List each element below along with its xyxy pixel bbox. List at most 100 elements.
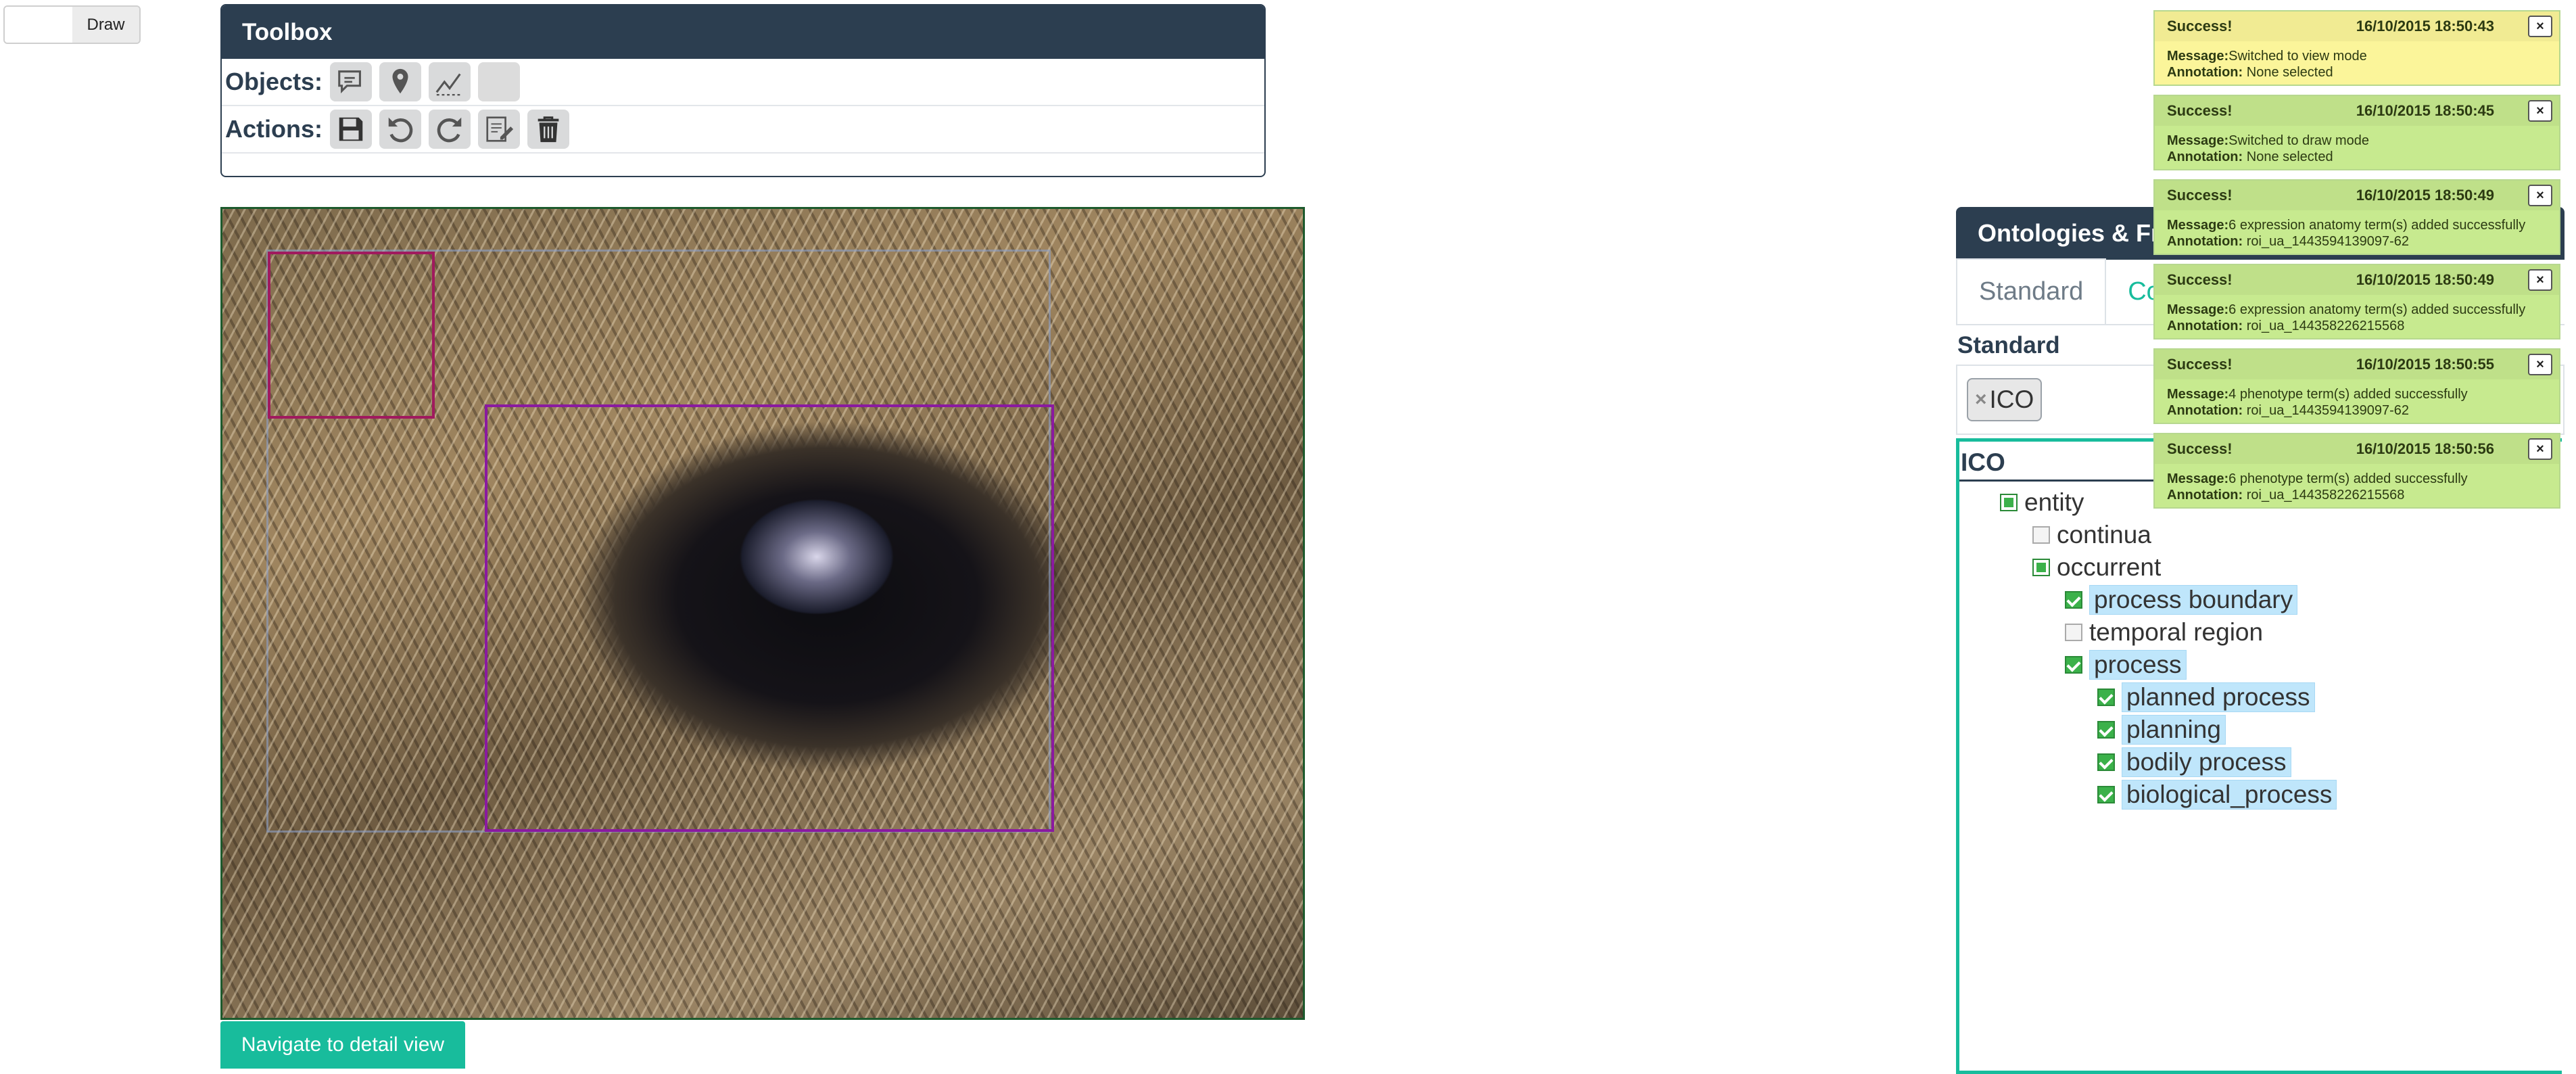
actions-row: Actions: <box>222 106 1264 154</box>
tree-node-checkbox[interactable] <box>2097 688 2115 706</box>
tree-node-label[interactable]: biological_process <box>2122 780 2337 810</box>
close-icon[interactable]: × <box>2528 438 2552 460</box>
tab-standard[interactable]: Standard <box>1956 258 2107 324</box>
save-button[interactable] <box>330 110 372 149</box>
notification-header: Success! 16/10/2015 18:50:43 × <box>2155 11 2559 41</box>
notification-annotation: roi_ua_1443594139097-62 <box>2246 234 2409 249</box>
notification-title: Success! <box>2167 440 2233 457</box>
tree-node[interactable]: continua <box>2032 520 2151 550</box>
polyline-tool-button[interactable] <box>429 62 471 101</box>
tree-node-checkbox[interactable] <box>2097 721 2115 739</box>
tree-node-checkbox[interactable] <box>2032 559 2050 576</box>
tree-node-label[interactable]: continua <box>2057 521 2151 549</box>
actions-label: Actions: <box>225 115 323 143</box>
notification-body: Message:6 phenotype term(s) added succes… <box>2155 464 2559 510</box>
tree-node-label[interactable]: occurrent <box>2057 553 2161 582</box>
notification-annotation: None selected <box>2246 65 2333 80</box>
close-icon[interactable]: × <box>2528 354 2552 375</box>
annotation-label: Annotation: <box>2167 65 2243 80</box>
roi-outline-small[interactable] <box>268 252 435 419</box>
tree-node-checkbox[interactable] <box>2000 494 2018 511</box>
annotation-canvas[interactable] <box>220 207 1305 1020</box>
tree-node-checkbox[interactable] <box>2065 624 2082 641</box>
notification-message: Switched to view mode <box>2228 49 2367 64</box>
notification-date: 16/10/2015 18:50:49 <box>2356 271 2494 288</box>
edit-button[interactable] <box>478 110 520 149</box>
tree-node[interactable]: temporal region <box>2065 617 2263 647</box>
marker-tool-button[interactable] <box>379 62 421 101</box>
tree-node-checkbox[interactable] <box>2097 786 2115 803</box>
polyline-icon <box>435 73 463 96</box>
toggle-label: Draw <box>72 7 139 43</box>
redo-icon <box>437 117 462 143</box>
notification-message: 6 expression anatomy term(s) added succe… <box>2228 218 2526 233</box>
tree-node-checkbox[interactable] <box>2097 753 2115 771</box>
tree-node-checkbox[interactable] <box>2032 526 2050 544</box>
notification-header: Success! 16/10/2015 18:50:49 × <box>2155 181 2559 210</box>
annotation-label: Annotation: <box>2167 319 2243 333</box>
objects-label: Objects: <box>225 68 323 95</box>
close-icon[interactable]: × <box>2528 269 2552 291</box>
notification-body: Message:6 expression anatomy term(s) add… <box>2155 295 2559 341</box>
notification-header: Success! 16/10/2015 18:50:49 × <box>2155 265 2559 295</box>
notification-header: Success! 16/10/2015 18:50:55 × <box>2155 350 2559 379</box>
notification-message: Switched to draw mode <box>2228 133 2370 148</box>
tree-node[interactable]: bodily process <box>2097 747 2291 777</box>
close-icon[interactable]: × <box>2528 100 2552 122</box>
notification-stack: Success! 16/10/2015 18:50:43 × Message:Swit… <box>2153 10 2560 517</box>
draw-mode-toggle[interactable]: Draw <box>3 5 141 44</box>
tree-node-label[interactable]: planned process <box>2122 682 2315 712</box>
notification-header: Success! 16/10/2015 18:50:45 × <box>2155 96 2559 126</box>
save-icon <box>339 117 363 141</box>
remove-chip-icon[interactable]: × <box>1975 388 1987 411</box>
notification-body: Message:6 expression anatomy term(s) add… <box>2155 210 2559 256</box>
comment-tool-button[interactable] <box>330 62 372 101</box>
notification-date: 16/10/2015 18:50:55 <box>2356 356 2494 373</box>
tree-node[interactable]: occurrent <box>2032 553 2161 582</box>
notification-body: Message:4 phenotype term(s) added succes… <box>2155 379 2559 425</box>
notification-date: 16/10/2015 18:50:45 <box>2356 102 2494 119</box>
tree-node-label[interactable]: planning <box>2122 715 2226 745</box>
tree-node-label[interactable]: process <box>2089 650 2187 680</box>
notification: Success! 16/10/2015 18:50:49 × Message:6 ex… <box>2153 264 2560 340</box>
tree-node-label[interactable]: temporal region <box>2089 618 2263 647</box>
toolbox-panel: Toolbox Objects: Actions: <box>220 4 1266 177</box>
close-icon[interactable]: × <box>2528 16 2552 37</box>
tree-node[interactable]: process boundary <box>2065 585 2298 615</box>
notification-title: Success! <box>2167 356 2233 373</box>
comment-icon <box>338 70 361 94</box>
message-label: Message: <box>2167 471 2229 486</box>
notification-title: Success! <box>2167 18 2233 34</box>
tree-node[interactable]: biological_process <box>2097 780 2337 810</box>
toolbox-title: Toolbox <box>222 5 1264 59</box>
navigate-detail-button[interactable]: Navigate to detail view <box>220 1021 465 1069</box>
toggle-knob[interactable] <box>5 7 74 43</box>
tree-node[interactable]: planning <box>2097 715 2226 745</box>
annotation-label: Annotation: <box>2167 488 2243 503</box>
tree-node-checkbox[interactable] <box>2065 591 2082 609</box>
tree-node-label[interactable]: process boundary <box>2089 585 2298 615</box>
ontology-chip[interactable]: × ICO <box>1967 378 2043 421</box>
tree-node[interactable]: process <box>2065 650 2187 680</box>
close-icon[interactable]: × <box>2528 185 2552 206</box>
delete-button[interactable] <box>527 110 569 149</box>
notification-title: Success! <box>2167 271 2233 288</box>
message-label: Message: <box>2167 133 2229 148</box>
message-label: Message: <box>2167 218 2229 233</box>
message-label: Message: <box>2167 387 2229 402</box>
notification: Success! 16/10/2015 18:50:49 × Message:6 ex… <box>2153 179 2560 255</box>
notification-message: 6 phenotype term(s) added successfully <box>2228 471 2468 486</box>
redo-button[interactable] <box>429 110 471 149</box>
blank-tool-button[interactable] <box>478 62 520 101</box>
undo-button[interactable] <box>379 110 421 149</box>
tree-node-label[interactable]: bodily process <box>2122 747 2291 777</box>
message-label: Message: <box>2167 49 2229 64</box>
tree-node-checkbox[interactable] <box>2065 656 2082 674</box>
tree-node[interactable]: planned process <box>2097 682 2315 712</box>
notification-annotation: roi_ua_1443594139097-62 <box>2246 403 2409 418</box>
roi-outline-eye[interactable] <box>485 404 1054 832</box>
annotation-label: Annotation: <box>2167 234 2243 249</box>
tree-node[interactable]: entity <box>2000 488 2084 517</box>
notification-annotation: roi_ua_144358226215568 <box>2246 319 2405 333</box>
tree-node-label[interactable]: entity <box>2024 488 2084 517</box>
